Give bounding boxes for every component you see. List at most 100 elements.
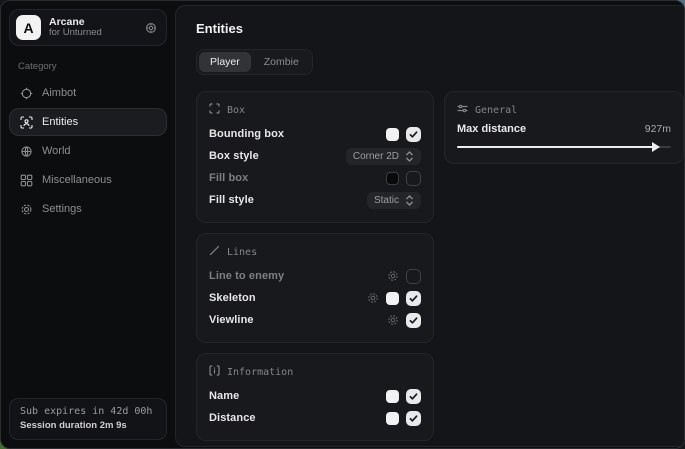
tab-zombie[interactable]: Zombie	[253, 52, 310, 72]
scan-icon	[20, 116, 33, 129]
category-label: Category	[18, 61, 167, 72]
crosshair-icon	[20, 87, 33, 100]
page-title: Entities	[196, 21, 684, 36]
sub-expires-text: Sub expires in 42d 00h	[20, 406, 156, 417]
tab-player[interactable]: Player	[199, 52, 251, 72]
sidebar: A Arcane for Unturned Category	[1, 1, 175, 448]
setting-row-skeleton: Skeleton	[209, 287, 421, 309]
checkbox-checked[interactable]	[406, 291, 421, 306]
sync-icon[interactable]	[145, 22, 157, 34]
setting-row-line-to-enemy: Line to enemy	[209, 265, 421, 287]
sidebar-item-world[interactable]: World	[9, 137, 167, 165]
checkbox-checked[interactable]	[406, 411, 421, 426]
sidebar-item-miscellaneous[interactable]: Miscellaneous	[9, 166, 167, 194]
setting-row-box-style: Box style Corner 2D	[209, 145, 421, 167]
general-section-title: General	[475, 105, 517, 116]
sliders-icon	[457, 103, 468, 117]
max-distance-value: 927m	[645, 123, 671, 135]
setting-row-fill-style: Fill style Static	[209, 189, 421, 211]
lines-section: Lines Line to enemy Skeleton	[196, 233, 434, 343]
color-swatch[interactable]	[386, 128, 399, 141]
setting-label: Skeleton	[209, 292, 256, 304]
row-controls	[386, 127, 421, 142]
color-swatch[interactable]	[386, 172, 399, 185]
setting-row-viewline: Viewline	[209, 309, 421, 331]
information-section-header: Information	[209, 365, 421, 379]
sidebar-item-settings[interactable]: Settings	[9, 195, 167, 223]
checkbox-checked[interactable]	[406, 389, 421, 404]
setting-label: Viewline	[209, 314, 254, 326]
lines-section-title: Lines	[227, 247, 257, 258]
content-columns: Box Bounding box Box style	[196, 91, 684, 441]
information-section-title: Information	[227, 367, 293, 378]
sidebar-item-label: Settings	[42, 203, 82, 215]
checkbox-unchecked[interactable]	[406, 171, 421, 186]
setting-label: Box style	[209, 150, 259, 162]
fill-style-dropdown[interactable]: Static	[367, 192, 421, 209]
checkbox-checked[interactable]	[406, 313, 421, 328]
row-controls	[386, 411, 421, 426]
right-column: General Max distance 927m	[444, 91, 684, 164]
slider-thumb[interactable]	[652, 142, 660, 152]
color-swatch[interactable]	[386, 412, 399, 425]
setting-label: Fill box	[209, 172, 248, 184]
checkbox-unchecked[interactable]	[406, 269, 421, 284]
row-controls	[386, 389, 421, 404]
setting-label: Line to enemy	[209, 270, 284, 282]
row-controls	[386, 171, 421, 186]
sidebar-item-label: Aimbot	[42, 87, 76, 99]
gear-icon[interactable]	[387, 270, 399, 282]
row-controls	[387, 313, 421, 328]
box-style-dropdown[interactable]: Corner 2D	[346, 148, 421, 165]
app-subtitle: for Unturned	[49, 28, 137, 39]
setting-row-fill-box: Fill box	[209, 167, 421, 189]
setting-label: Distance	[209, 412, 256, 424]
gear-icon[interactable]	[367, 292, 379, 304]
setting-label: Bounding box	[209, 128, 284, 140]
subscription-box: Sub expires in 42d 00h Session duration …	[9, 398, 167, 440]
entity-tabs: Player Zombie	[196, 49, 313, 75]
row-controls	[367, 291, 421, 306]
app-logo: A	[16, 15, 41, 40]
box-corners-icon	[209, 103, 220, 117]
setting-row-bounding-box: Bounding box	[209, 123, 421, 145]
brand-text: Arcane for Unturned	[49, 16, 137, 39]
gear-icon[interactable]	[387, 314, 399, 326]
color-swatch[interactable]	[386, 292, 399, 305]
globe-icon	[20, 145, 33, 158]
chevrons-up-down-icon	[405, 195, 414, 206]
brand-card: A Arcane for Unturned	[9, 9, 167, 46]
sidebar-item-entities[interactable]: Entities	[9, 108, 167, 136]
setting-label: Fill style	[209, 194, 254, 206]
max-distance-row: Max distance 927m	[457, 123, 671, 135]
setting-row-distance: Distance	[209, 407, 421, 429]
sidebar-item-label: World	[42, 145, 71, 157]
diagonal-line-icon	[209, 245, 220, 259]
box-section-header: Box	[209, 103, 421, 117]
sidebar-item-label: Entities	[42, 116, 78, 128]
lines-section-header: Lines	[209, 245, 421, 259]
grid-icon	[20, 174, 33, 187]
sidebar-item-aimbot[interactable]: Aimbot	[9, 79, 167, 107]
session-duration-text: Session duration 2m 9s	[20, 420, 156, 431]
max-distance-slider[interactable]	[457, 142, 671, 152]
max-distance-label: Max distance	[457, 123, 526, 135]
setting-label: Name	[209, 390, 239, 402]
information-section: Information Name Distance	[196, 353, 434, 441]
gear-icon	[20, 203, 33, 216]
info-icon	[209, 365, 220, 379]
sidebar-item-label: Miscellaneous	[42, 174, 112, 186]
general-section-header: General	[457, 103, 671, 117]
sidebar-nav: Aimbot Entities	[9, 79, 167, 223]
main-panel: Entities Player Zombie Box	[175, 5, 685, 447]
box-section: Box Bounding box Box style	[196, 91, 434, 223]
color-swatch[interactable]	[386, 390, 399, 403]
row-controls	[387, 269, 421, 284]
dropdown-value: Static	[374, 195, 399, 206]
chevrons-up-down-icon	[405, 151, 414, 162]
left-column: Box Bounding box Box style	[196, 91, 434, 441]
checkbox-checked[interactable]	[406, 127, 421, 142]
dropdown-value: Corner 2D	[353, 151, 399, 162]
box-section-title: Box	[227, 105, 245, 116]
general-section: General Max distance 927m	[444, 91, 684, 164]
